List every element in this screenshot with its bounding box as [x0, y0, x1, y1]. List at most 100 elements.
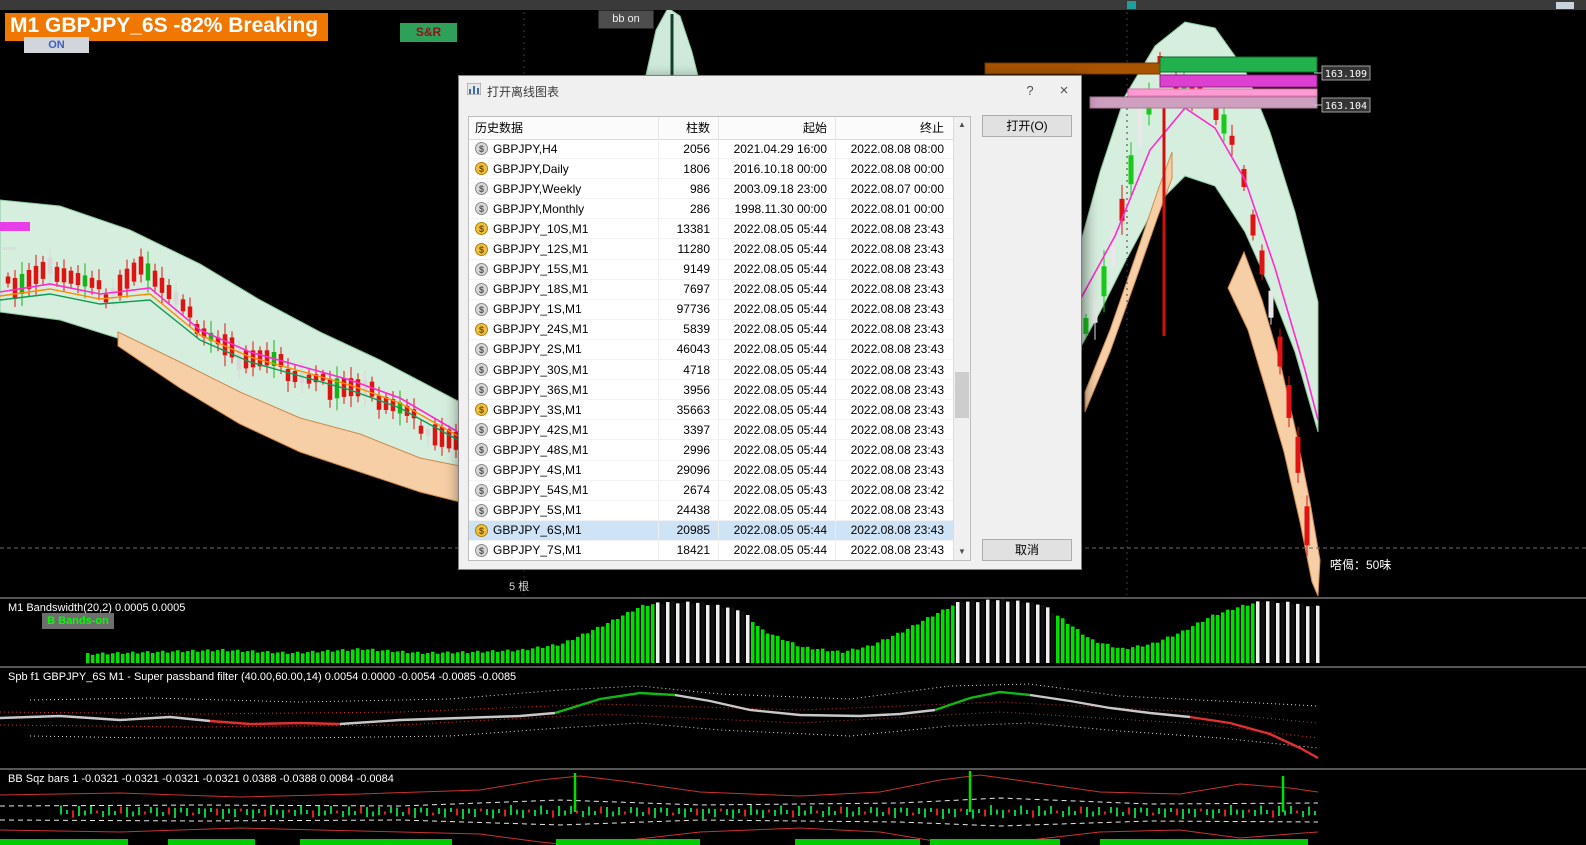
symbol-text: GBPJPY_4S,M1 — [493, 463, 582, 478]
history-table-header[interactable]: 历史数据 柱数 起始 终止 — [469, 117, 955, 140]
bars-cell: 11280 — [659, 239, 719, 259]
symbol-cell: $ GBPJPY_54S,M1 — [469, 480, 659, 500]
dialog-help-button[interactable]: ? — [1013, 76, 1047, 106]
bars-cell: 24438 — [659, 500, 719, 520]
symbol-icon: $ — [475, 342, 488, 356]
bars-cell: 7697 — [659, 279, 719, 299]
open-button[interactable]: 打开(O) — [982, 115, 1072, 137]
end-cell: 2022.08.01 00:00 — [850, 201, 944, 216]
history-row[interactable]: $ GBPJPY,Daily 1806 2016.10.18 00:00 2022.08… — [469, 159, 955, 180]
symbol-icon: $ — [475, 443, 488, 457]
history-row[interactable]: $ GBPJPY_1S,M1 97736 2022.08.05 05:44 2022.0… — [469, 299, 955, 320]
symbol-icon: $ — [475, 322, 488, 336]
column-header-end[interactable]: 终止 — [836, 117, 950, 139]
start-cell: 2022.08.05 05:43 — [719, 480, 836, 500]
column-header-start[interactable]: 起始 — [719, 117, 836, 139]
end-cell: 2022.08.08 23:42 — [850, 483, 944, 498]
symbol-cell: $ GBPJPY_3S,M1 — [469, 400, 659, 420]
end-cell: 2022.08.08 23:43 — [850, 362, 944, 377]
history-row[interactable]: $ GBPJPY,Monthly 286 1998.11.30 00:00 2022.0… — [469, 199, 955, 220]
history-row[interactable]: $ GBPJPY_42S,M1 3397 2022.08.05 05:44 2022.0… — [469, 420, 955, 441]
history-row[interactable]: $ GBPJPY_24S,M1 5839 2022.08.05 05:44 2022.0… — [469, 319, 955, 340]
symbol-cell: $ GBPJPY,Monthly — [469, 199, 659, 219]
history-row[interactable]: $ GBPJPY_6S,M1 20985 2022.08.05 05:44 2022.0… — [469, 520, 955, 541]
history-row[interactable]: $ GBPJPY_54S,M1 2674 2022.08.05 05:43 2022.0… — [469, 480, 955, 501]
end-cell: 2022.08.08 08:00 — [850, 141, 944, 156]
bandwidth-canvas[interactable] — [0, 599, 1586, 666]
history-row[interactable]: $ GBPJPY_4S,M1 29096 2022.08.05 05:44 2022.0… — [469, 460, 955, 481]
bb-on-button[interactable]: bb on — [598, 10, 654, 29]
bars-cell: 18421 — [659, 540, 719, 560]
start-cell: 2022.08.05 05:44 — [719, 440, 836, 460]
dialog-titlebar[interactable]: 打开离线图表 ? × — [459, 76, 1081, 106]
history-row[interactable]: $ GBPJPY_10S,M1 13381 2022.08.05 05:44 2022.… — [469, 219, 955, 240]
bars-cell: 20985 — [659, 520, 719, 540]
bars-cell: 29096 — [659, 460, 719, 480]
symbol-icon: $ — [475, 282, 488, 296]
history-table-body: $ GBPJPY,H4 2056 2021.04.29 16:00 2022.08.08… — [469, 139, 955, 560]
symbol-icon: $ — [475, 483, 488, 497]
start-cell: 2016.10.18 00:00 — [719, 159, 836, 179]
end-cell: 2022.08.08 23:43 — [850, 262, 944, 277]
end-cell: 2022.08.08 23:43 — [850, 543, 944, 558]
symbol-cell: $ GBPJPY_24S,M1 — [469, 319, 659, 339]
bars-cell: 1806 — [659, 159, 719, 179]
symbol-text: GBPJPY_24S,M1 — [493, 322, 589, 337]
end-cell: 2022.08.08 23:43 — [850, 503, 944, 518]
symbol-cell: $ GBPJPY_36S,M1 — [469, 380, 659, 400]
symbol-text: GBPJPY_42S,M1 — [493, 422, 589, 437]
history-row[interactable]: $ GBPJPY_3S,M1 35663 2022.08.05 05:44 2022.0… — [469, 400, 955, 421]
table-scrollbar[interactable]: ▲ ▼ — [953, 117, 970, 560]
dialog-title: 打开离线图表 — [487, 84, 560, 99]
start-cell: 2022.08.05 05:44 — [719, 380, 836, 400]
start-cell: 2022.08.05 05:44 — [719, 259, 836, 279]
dialog-close-button[interactable]: × — [1047, 76, 1081, 106]
column-header-history-data[interactable]: 历史数据 — [469, 117, 659, 139]
symbol-text: GBPJPY_2S,M1 — [493, 342, 582, 357]
history-row[interactable]: $ GBPJPY,Weekly 986 2003.09.18 23:00 2022.08… — [469, 179, 955, 200]
symbol-text: GBPJPY_48S,M1 — [493, 442, 589, 457]
history-row[interactable]: $ GBPJPY_7S,M1 18421 2022.08.05 05:44 2022.0… — [469, 540, 955, 560]
history-row[interactable]: $ GBPJPY_15S,M1 9149 2022.08.05 05:44 2022.0… — [469, 259, 955, 280]
end-cell: 2022.08.08 23:43 — [850, 422, 944, 437]
on-button[interactable]: ON — [24, 37, 89, 53]
spb-label: Spb f1 GBPJPY_6S M1 - Super passband fil… — [8, 671, 517, 683]
history-row[interactable]: $ GBPJPY_18S,M1 7697 2022.08.05 05:44 2022.0… — [469, 279, 955, 300]
top-strip — [0, 0, 1586, 10]
open-offline-chart-dialog: 打开离线图表 ? × 历史数据 柱数 起始 终止 $ GBPJPY,H4 2056 2… — [458, 75, 1082, 570]
bars-cell: 5839 — [659, 319, 719, 339]
symbol-cell: $ GBPJPY_18S,M1 — [469, 279, 659, 299]
symbol-icon: $ — [475, 222, 488, 236]
history-row[interactable]: $ GBPJPY,H4 2056 2021.04.29 16:00 2022.08.08… — [469, 139, 955, 160]
symbol-icon: $ — [475, 142, 488, 156]
history-row[interactable]: $ GBPJPY_12S,M1 11280 2022.08.05 05:44 2022.… — [469, 239, 955, 260]
symbol-text: GBPJPY,Weekly — [493, 181, 582, 196]
bbands-on-button[interactable]: B Bands-on — [42, 613, 114, 629]
symbol-text: GBPJPY,Daily — [493, 161, 569, 176]
end-cell: 2022.08.08 23:43 — [850, 282, 944, 297]
history-row[interactable]: $ GBPJPY_2S,M1 46043 2022.08.05 05:44 2022.0… — [469, 339, 955, 361]
scrollbar-down-icon[interactable]: ▼ — [954, 544, 970, 560]
symbol-icon: $ — [475, 242, 488, 256]
history-row[interactable]: $ GBPJPY_36S,M1 3956 2022.08.05 05:44 2022.0… — [469, 380, 955, 401]
end-cell: 2022.08.08 00:00 — [850, 161, 944, 176]
end-cell: 2022.08.08 23:43 — [850, 382, 944, 397]
chart-status-text: 嗒偈：50味 — [1330, 558, 1392, 572]
spb-canvas[interactable] — [0, 668, 1586, 768]
sqz-panel: BB Sqz bars 1 -0.0321 -0.0321 -0.0321 -0… — [0, 768, 1586, 845]
cancel-button[interactable]: 取消 — [982, 539, 1072, 561]
scrollbar-up-icon[interactable]: ▲ — [954, 117, 970, 133]
symbol-text: GBPJPY,Monthly — [493, 201, 585, 216]
symbol-cell: $ GBPJPY_48S,M1 — [469, 440, 659, 460]
symbol-cell: $ GBPJPY_15S,M1 — [469, 259, 659, 279]
bars-cell: 2996 — [659, 440, 719, 460]
snr-button[interactable]: S&R — [400, 23, 457, 42]
history-row[interactable]: $ GBPJPY_48S,M1 2996 2022.08.05 05:44 2022.0… — [469, 440, 955, 461]
history-row[interactable]: $ GBPJPY_30S,M1 4718 2022.08.05 05:44 2022.0… — [469, 360, 955, 381]
symbol-icon: $ — [475, 302, 488, 316]
column-header-bars[interactable]: 柱数 — [659, 117, 719, 139]
start-cell: 2022.08.05 05:44 — [719, 319, 836, 339]
history-row[interactable]: $ GBPJPY_5S,M1 24438 2022.08.05 05:44 2022.0… — [469, 500, 955, 521]
end-cell: 2022.08.08 23:43 — [850, 463, 944, 478]
scrollbar-thumb[interactable] — [955, 372, 969, 418]
